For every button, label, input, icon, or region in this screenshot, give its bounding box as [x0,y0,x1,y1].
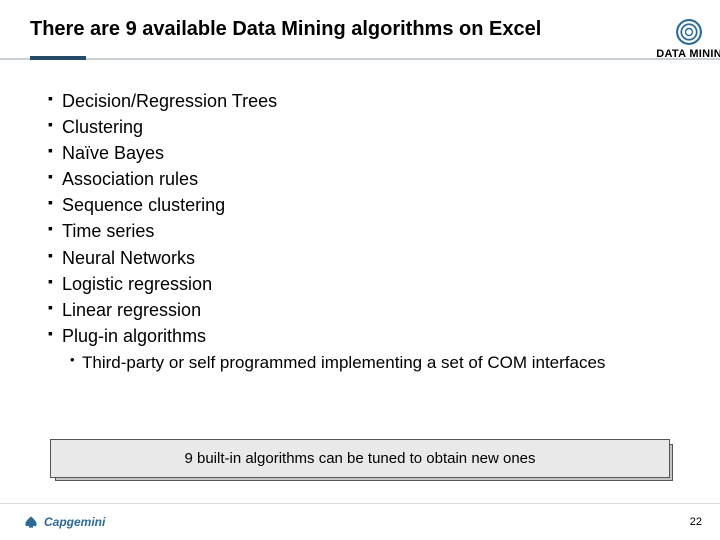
spade-icon [22,515,40,529]
list-item: Association rules [48,166,680,192]
title-underline [30,56,86,60]
callout-text: 9 built-in algorithms can be tuned to ob… [50,439,670,478]
callout-box: 9 built-in algorithms can be tuned to ob… [50,439,670,478]
page-number: 22 [690,516,702,528]
list-item: Sequence clustering [48,192,680,218]
sub-bullet-list: Third-party or self programmed implement… [48,351,680,375]
logo: Capgemini [22,515,105,529]
slide-footer: Capgemini 22 [0,504,720,540]
list-item: Time series [48,218,680,244]
slide-content: Decision/Regression Trees Clustering Naï… [0,60,720,375]
list-item: Naïve Bayes [48,140,680,166]
header-badge: DATA MININ [656,18,720,60]
list-item: Clustering [48,114,680,140]
list-item: Neural Networks [48,245,680,271]
bullet-list: Decision/Regression Trees Clustering Naï… [48,88,680,349]
list-item: Decision/Regression Trees [48,88,680,114]
slide-title: There are 9 available Data Mining algori… [30,18,656,41]
list-item: Logistic regression [48,271,680,297]
list-item: Linear regression [48,297,680,323]
list-item: Plug-in algorithms [48,323,680,349]
badge-label: DATA MININ [656,48,720,60]
ring-icon [675,18,703,46]
logo-text: Capgemini [44,515,105,529]
list-item: Third-party or self programmed implement… [70,351,680,375]
slide-header: There are 9 available Data Mining algori… [0,0,720,60]
